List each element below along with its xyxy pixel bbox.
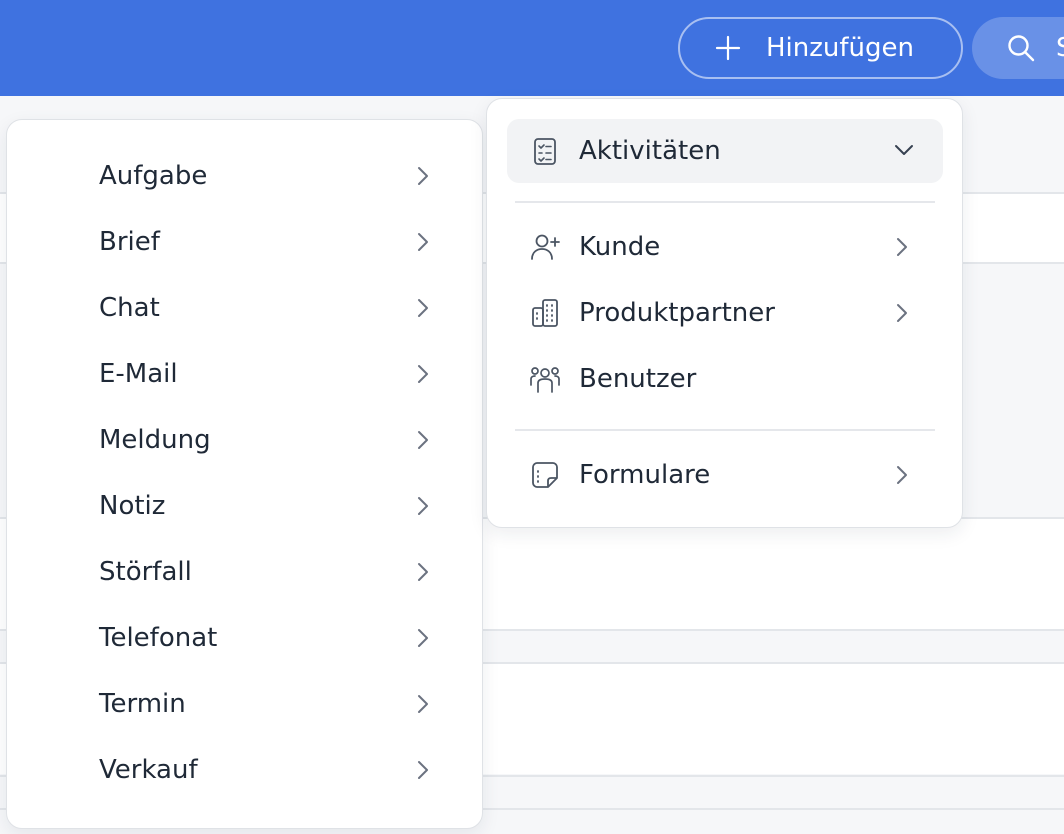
submenu-item-label: Telefonat bbox=[99, 623, 218, 653]
menu-divider bbox=[515, 429, 935, 431]
dropdown-item-label: Formulare bbox=[579, 460, 711, 490]
submenu-item-label: Verkauf bbox=[99, 755, 198, 785]
chevron-right-icon bbox=[418, 167, 428, 185]
activities-submenu: Aufgabe Brief Chat E-Mail Meldung Notiz … bbox=[6, 119, 483, 829]
dropdown-item-label: Kunde bbox=[579, 232, 661, 262]
chevron-right-icon bbox=[418, 629, 428, 647]
submenu-item-label: Meldung bbox=[99, 425, 211, 455]
submenu-item-label: Brief bbox=[99, 227, 160, 257]
app-window: Hinzufügen Suchen Aufgabe Brief Chat E-M… bbox=[0, 0, 1064, 834]
dropdown-item-formulare[interactable]: Formulare bbox=[507, 443, 943, 507]
chevron-right-icon bbox=[897, 304, 907, 322]
dropdown-item-aktivitaeten[interactable]: Aktivitäten bbox=[507, 119, 943, 183]
chevron-right-icon bbox=[418, 299, 428, 317]
chevron-right-icon bbox=[897, 466, 907, 484]
submenu-item-label: Notiz bbox=[99, 491, 166, 521]
submenu-item-chat[interactable]: Chat bbox=[7, 275, 482, 341]
dropdown-item-label: Aktivitäten bbox=[579, 136, 721, 166]
search-button[interactable]: Suchen bbox=[972, 17, 1064, 79]
chevron-right-icon bbox=[418, 761, 428, 779]
submenu-item-telefonat[interactable]: Telefonat bbox=[7, 605, 482, 671]
submenu-item-verkauf[interactable]: Verkauf bbox=[7, 737, 482, 803]
dropdown-item-benutzer[interactable]: Benutzer bbox=[507, 347, 943, 411]
dropdown-item-label: Produktpartner bbox=[579, 298, 775, 328]
chevron-right-icon bbox=[897, 238, 907, 256]
chevron-right-icon bbox=[418, 431, 428, 449]
top-bar: Hinzufügen Suchen bbox=[0, 0, 1064, 96]
chevron-down-icon bbox=[895, 145, 913, 155]
chevron-right-icon bbox=[418, 695, 428, 713]
dropdown-item-produktpartner[interactable]: Produktpartner bbox=[507, 281, 943, 345]
submenu-item-meldung[interactable]: Meldung bbox=[7, 407, 482, 473]
search-button-label: Suchen bbox=[1056, 33, 1064, 63]
chevron-right-icon bbox=[418, 233, 428, 251]
clipboard-list-icon bbox=[534, 138, 556, 165]
dropdown-item-label: Benutzer bbox=[579, 364, 697, 394]
submenu-item-aufgabe[interactable]: Aufgabe bbox=[7, 143, 482, 209]
dropdown-item-kunde[interactable]: Kunde bbox=[507, 215, 943, 279]
submenu-item-label: Termin bbox=[99, 689, 186, 719]
menu-divider bbox=[515, 201, 935, 203]
chevron-right-icon bbox=[418, 365, 428, 383]
submenu-item-termin[interactable]: Termin bbox=[7, 671, 482, 737]
plus-icon bbox=[715, 35, 741, 61]
submenu-item-notiz[interactable]: Notiz bbox=[7, 473, 482, 539]
chevron-right-icon bbox=[418, 563, 428, 581]
chevron-right-icon bbox=[418, 497, 428, 515]
search-icon bbox=[1008, 35, 1035, 62]
submenu-item-label: E-Mail bbox=[99, 359, 178, 389]
add-button-label: Hinzufügen bbox=[766, 33, 914, 63]
add-button[interactable]: Hinzufügen bbox=[678, 17, 963, 79]
submenu-item-label: Aufgabe bbox=[99, 161, 208, 191]
users-group-icon bbox=[530, 367, 560, 393]
submenu-item-stoerfall[interactable]: Störfall bbox=[7, 539, 482, 605]
user-plus-icon bbox=[531, 234, 560, 260]
submenu-item-email[interactable]: E-Mail bbox=[7, 341, 482, 407]
add-dropdown-menu: Aktivitäten Kunde Produktpartner Benutze… bbox=[486, 98, 963, 528]
submenu-item-label: Störfall bbox=[99, 557, 192, 587]
building-icon bbox=[532, 299, 558, 327]
form-note-icon bbox=[532, 462, 558, 488]
submenu-item-brief[interactable]: Brief bbox=[7, 209, 482, 275]
submenu-item-label: Chat bbox=[99, 293, 160, 323]
